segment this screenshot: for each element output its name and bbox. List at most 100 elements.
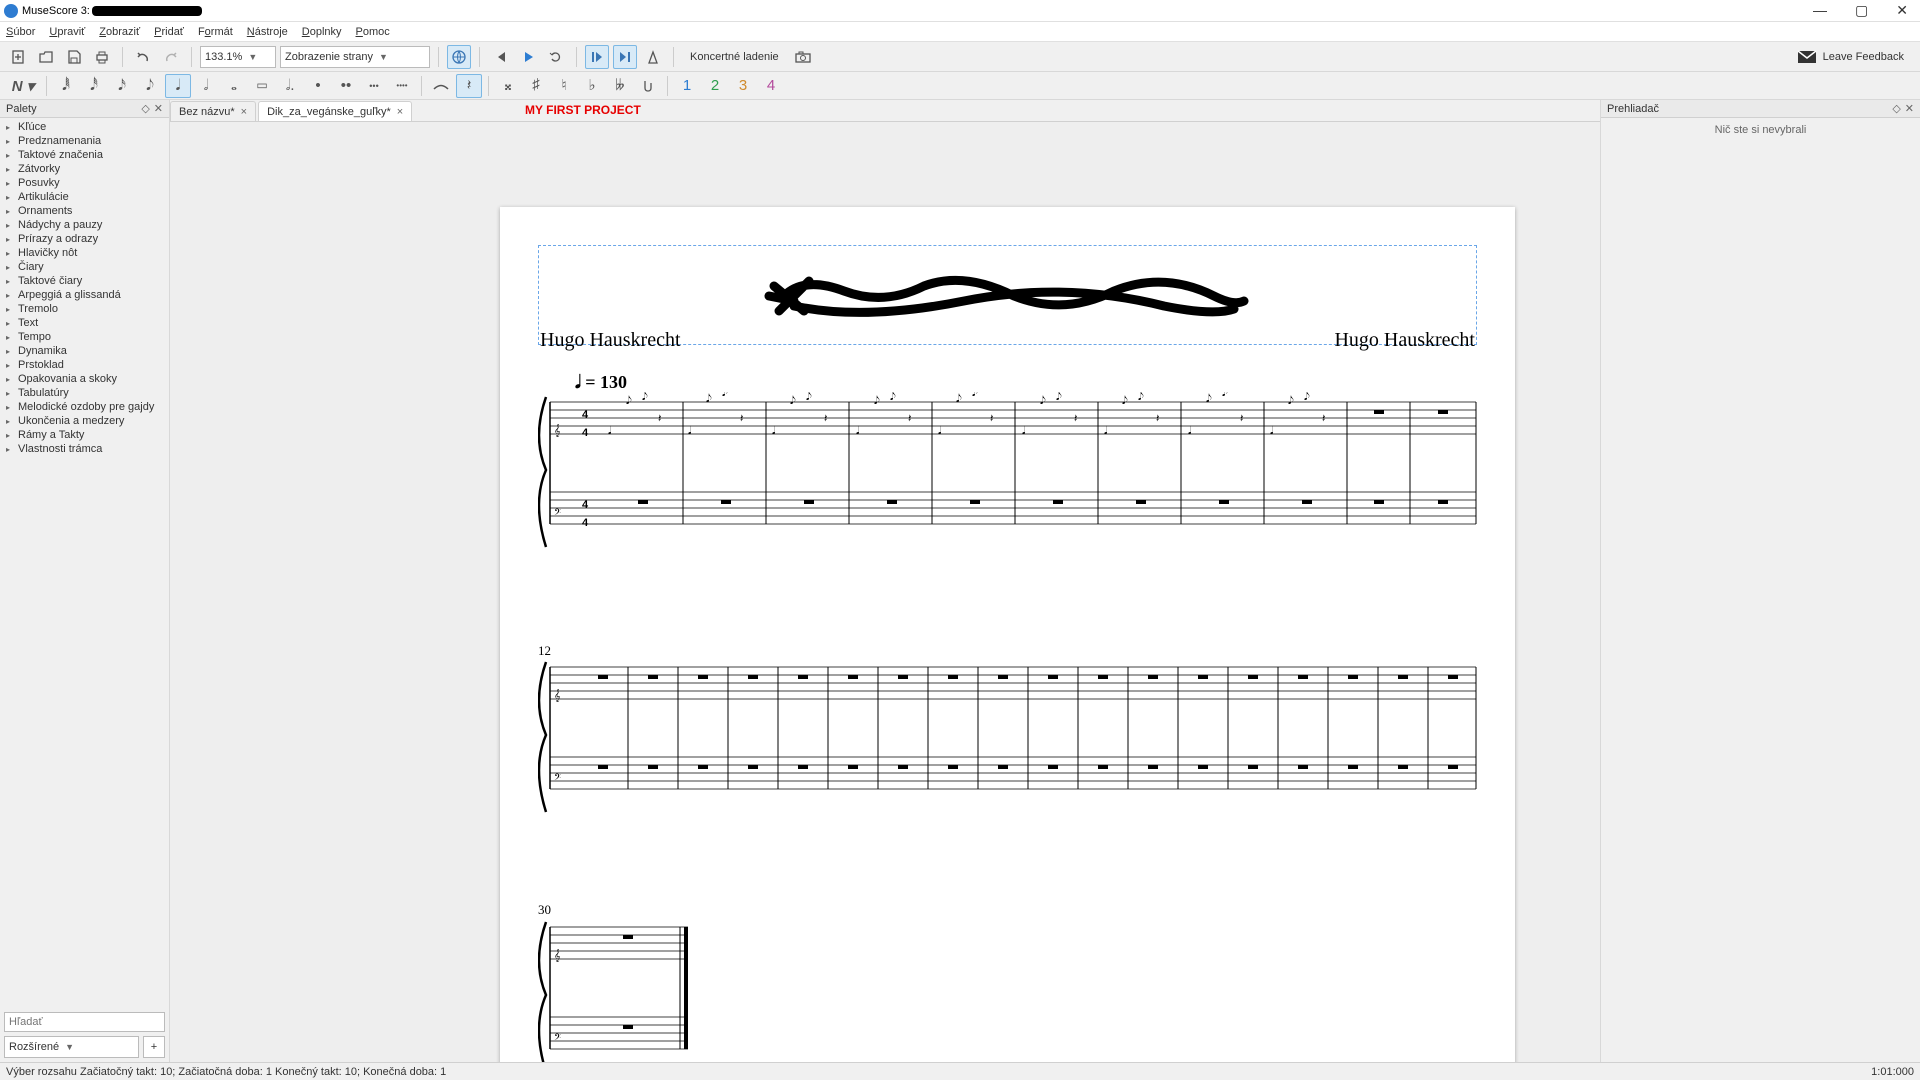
tab-project[interactable]: Dik_za_vegánske_guľky*× xyxy=(258,101,412,121)
minimize-button[interactable]: — xyxy=(1813,2,1827,19)
palette-search-input[interactable] xyxy=(4,1012,165,1032)
staff-system-1[interactable]: 𝄞 𝄢 4 4 4 4 𝅘𝅥𝅘𝅥𝅮𝅘𝅥𝅮� xyxy=(538,392,1478,552)
note-2-button[interactable]: 𝅗𝅥 xyxy=(193,74,219,98)
note-dot-button[interactable]: 𝅗𝅥. xyxy=(277,74,303,98)
flat-button[interactable]: ♭ xyxy=(579,74,605,98)
tab-untitled[interactable]: Bez názvu*× xyxy=(170,101,256,121)
palette-item[interactable]: ▸Vlastnosti trámca xyxy=(0,442,169,456)
palette-item[interactable]: ▸Opakovania a skoky xyxy=(0,372,169,386)
menu-view[interactable]: Zobraziť xyxy=(99,26,140,38)
triple-dot-button[interactable]: ••• xyxy=(361,74,387,98)
note-32-button[interactable]: 𝅘𝅥𝅰 xyxy=(81,74,107,98)
palette-item[interactable]: ▸Taktové značenia xyxy=(0,148,169,162)
palette-mode-combo[interactable]: Rozšírené▼ xyxy=(4,1036,139,1058)
tab-close-icon[interactable]: × xyxy=(397,106,403,118)
menu-edit[interactable]: Upraviť xyxy=(49,26,85,38)
play-button[interactable] xyxy=(516,45,540,69)
voice-1-button[interactable]: 1 xyxy=(674,74,700,98)
palette-item[interactable]: ▸Tremolo xyxy=(0,302,169,316)
dot-button[interactable]: • xyxy=(305,74,331,98)
palette-item[interactable]: ▸Dynamika xyxy=(0,344,169,358)
palette-item[interactable]: ▸Melodické ozdoby pre gajdy xyxy=(0,400,169,414)
palette-item[interactable]: ▸Hlavičky nôt xyxy=(0,246,169,260)
tab-close-icon[interactable]: × xyxy=(241,106,247,118)
palette-item[interactable]: ▸Kľúce xyxy=(0,120,169,134)
rewind-button[interactable] xyxy=(488,45,512,69)
open-button[interactable] xyxy=(34,45,58,69)
save-button[interactable] xyxy=(62,45,86,69)
voice-2-button[interactable]: 2 xyxy=(702,74,728,98)
voice-3-button[interactable]: 3 xyxy=(730,74,756,98)
palette-item[interactable]: ▸Tabulatúry xyxy=(0,386,169,400)
palette-item[interactable]: ▸Taktové čiary xyxy=(0,274,169,288)
voice-4-button[interactable]: 4 xyxy=(758,74,784,98)
palette-item[interactable]: ▸Predznamenania xyxy=(0,134,169,148)
undock-icon[interactable]: ◇ xyxy=(141,102,149,115)
menu-format[interactable]: Formát xyxy=(198,26,233,38)
flip-button[interactable] xyxy=(635,74,661,98)
composer-left[interactable]: Hugo Hauskrecht xyxy=(540,329,681,352)
zoom-combo[interactable]: 133.1%▼ xyxy=(200,46,276,68)
note-64-button[interactable]: 𝅘𝅥𝅱 xyxy=(53,74,79,98)
print-button[interactable] xyxy=(90,45,114,69)
palette-item[interactable]: ▸Posuvky xyxy=(0,176,169,190)
close-panel-icon[interactable]: ✕ xyxy=(1905,102,1914,115)
menu-help[interactable]: Pomoc xyxy=(356,26,390,38)
svg-text:𝅘𝅥𝅮: 𝅘𝅥𝅮 xyxy=(1304,392,1310,403)
quad-dot-button[interactable]: •••• xyxy=(389,74,415,98)
loop-out-button[interactable] xyxy=(613,45,637,69)
close-panel-icon[interactable]: ✕ xyxy=(154,102,163,115)
palette-item[interactable]: ▸Arpeggiá a glissandá xyxy=(0,288,169,302)
tempo-mark[interactable]: 𝅘𝅥 = 130 xyxy=(575,372,627,393)
palette-item[interactable]: ▸Prírazy a odrazy xyxy=(0,232,169,246)
sharp-button[interactable]: ♯ xyxy=(523,74,549,98)
undock-icon[interactable]: ◇ xyxy=(1892,102,1900,115)
undo-button[interactable] xyxy=(131,45,155,69)
feedback-button[interactable]: Leave Feedback xyxy=(1797,50,1914,64)
loop-button[interactable] xyxy=(544,45,568,69)
menu-tools[interactable]: Nástroje xyxy=(247,26,288,38)
natural-button[interactable]: ♮ xyxy=(551,74,577,98)
svg-text:𝄞: 𝄞 xyxy=(554,949,561,962)
palette-item[interactable]: ▸Čiary xyxy=(0,260,169,274)
palette-item[interactable]: ▸Nádychy a pauzy xyxy=(0,218,169,232)
metronome-button[interactable] xyxy=(641,45,665,69)
close-button[interactable]: ✕ xyxy=(1896,2,1908,19)
staff-system-2[interactable]: 𝄞 𝄢 xyxy=(538,657,1478,817)
note-1-button[interactable]: 𝅝 xyxy=(221,74,247,98)
palette-item[interactable]: ▸Zátvorky xyxy=(0,162,169,176)
palette-item[interactable]: ▸Rámy a Takty xyxy=(0,428,169,442)
maximize-button[interactable]: ▢ xyxy=(1855,2,1868,19)
score-canvas[interactable]: Hugo Hauskrecht Hugo Hauskrecht 𝅘𝅥 = 130… xyxy=(170,122,1600,1062)
tie-button[interactable] xyxy=(428,74,454,98)
rest-button[interactable]: 𝄽 xyxy=(456,74,482,98)
view-mode-combo[interactable]: Zobrazenie strany▼ xyxy=(280,46,430,68)
camera-button[interactable] xyxy=(791,45,815,69)
palette-item[interactable]: ▸Artikulácie xyxy=(0,190,169,204)
menu-file[interactable]: Súbor xyxy=(6,26,35,38)
note-16-button[interactable]: 𝅘𝅥𝅯 xyxy=(109,74,135,98)
new-button[interactable] xyxy=(6,45,30,69)
menu-add[interactable]: Pridať xyxy=(154,26,184,38)
palette-item[interactable]: ▸Tempo xyxy=(0,330,169,344)
palette-item[interactable]: ▸Text xyxy=(0,316,169,330)
note-breve-button[interactable]: ▭ xyxy=(249,74,275,98)
concert-pitch-button[interactable]: Koncertné ladenie xyxy=(682,51,787,63)
double-sharp-button[interactable]: 𝄪 xyxy=(495,74,521,98)
palette-item[interactable]: ▸Ornaments xyxy=(0,204,169,218)
note-8-button[interactable]: 𝅘𝅥𝅮 xyxy=(137,74,163,98)
svg-text:4: 4 xyxy=(582,427,589,439)
palette-item[interactable]: ▸Ukončenia a medzery xyxy=(0,414,169,428)
double-dot-button[interactable]: •• xyxy=(333,74,359,98)
note-input-button[interactable]: N ▾ xyxy=(6,74,40,98)
staff-system-3[interactable]: 𝄞 𝄢 xyxy=(538,917,738,1062)
menu-plugins[interactable]: Doplnky xyxy=(302,26,342,38)
palette-add-button[interactable]: + xyxy=(143,1036,165,1058)
composer-right[interactable]: Hugo Hauskrecht xyxy=(1334,329,1475,352)
palette-item[interactable]: ▸Prstoklad xyxy=(0,358,169,372)
note-4-button[interactable]: 𝅘𝅥 xyxy=(165,74,191,98)
redo-button[interactable] xyxy=(159,45,183,69)
loop-in-button[interactable] xyxy=(585,45,609,69)
double-flat-button[interactable]: 𝄫 xyxy=(607,74,633,98)
world-button[interactable] xyxy=(447,45,471,69)
